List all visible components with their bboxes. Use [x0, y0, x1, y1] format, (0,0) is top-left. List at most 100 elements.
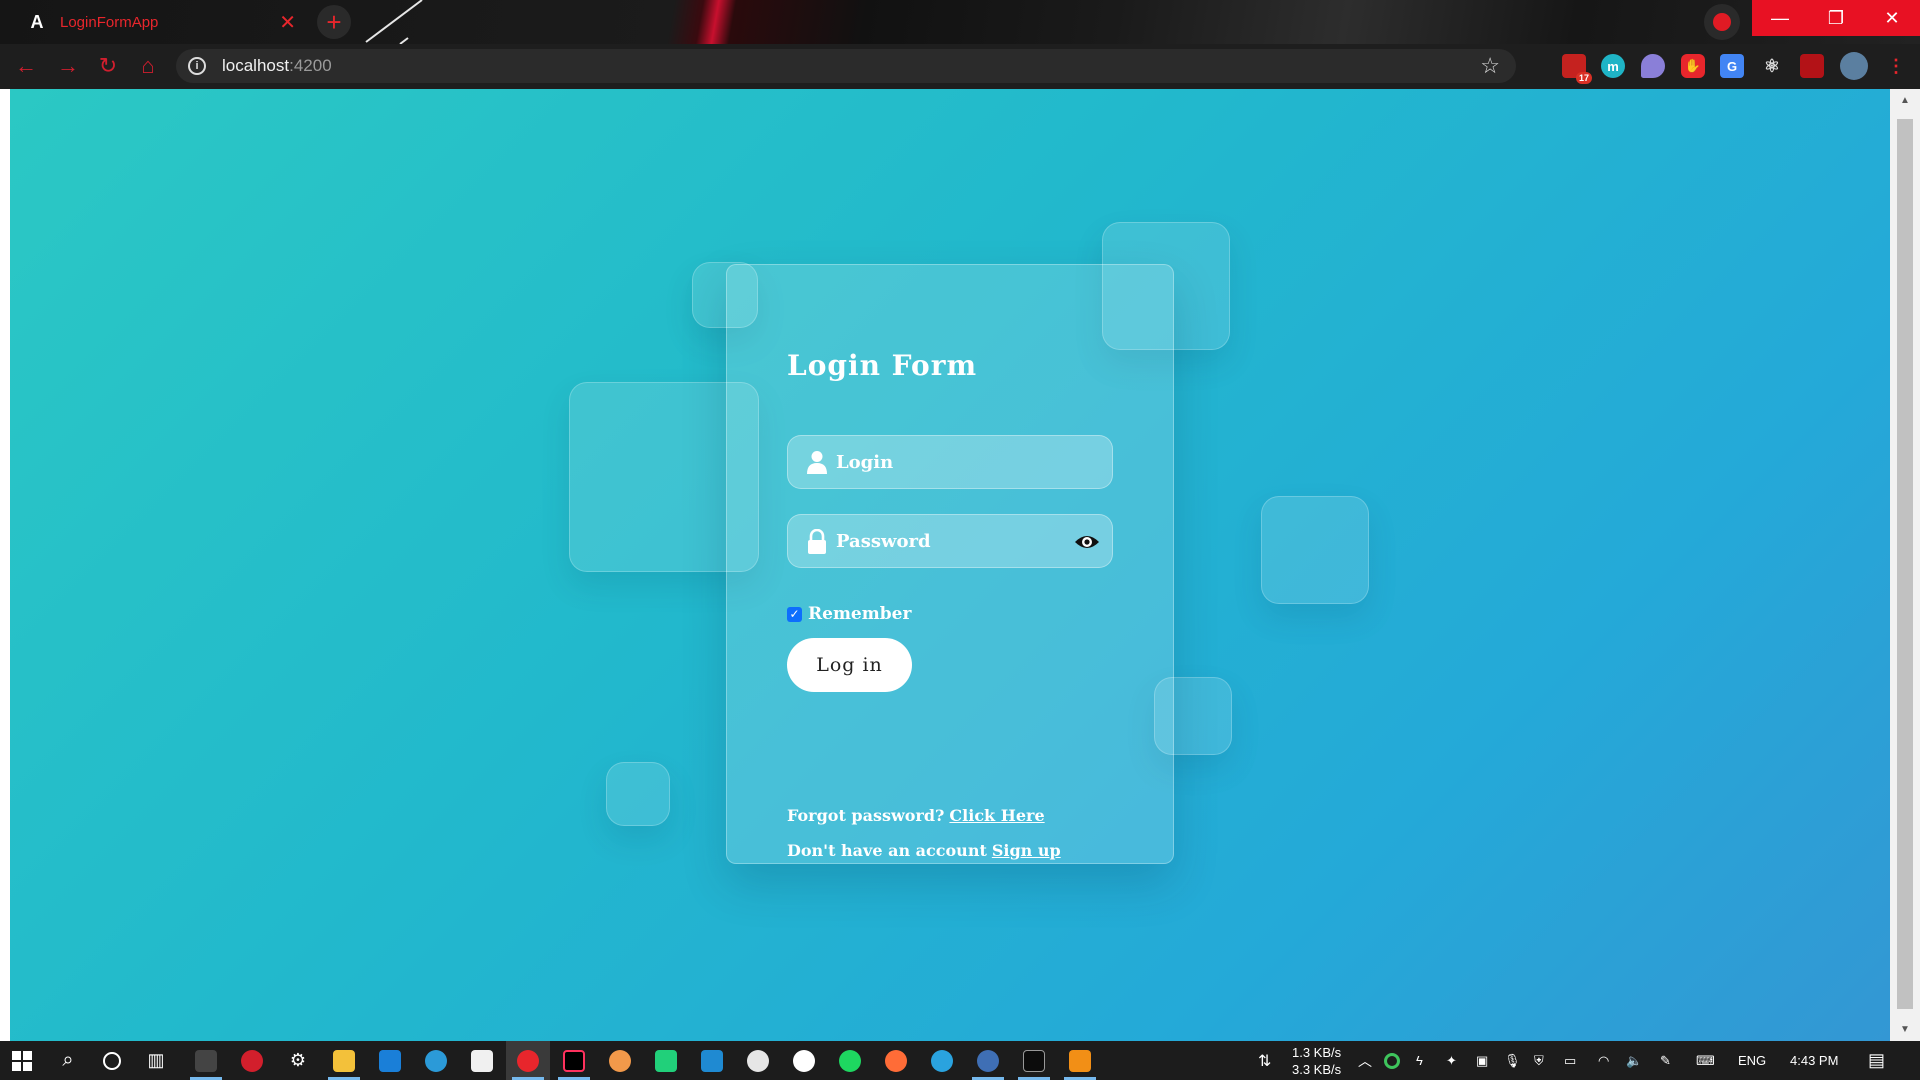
- terminal-icon[interactable]: [1012, 1041, 1056, 1080]
- defender-icon[interactable]: ⛨: [1534, 1041, 1544, 1080]
- taskbar-app-icon[interactable]: [736, 1041, 780, 1080]
- taskbar-app-icon[interactable]: [966, 1041, 1010, 1080]
- tab-title: LoginFormApp: [60, 13, 159, 31]
- home-button[interactable]: ⌂: [132, 50, 164, 82]
- taskbar-app-icon[interactable]: [184, 1041, 228, 1080]
- drop-extension-icon[interactable]: [1641, 54, 1665, 78]
- user-icon: [806, 449, 828, 475]
- login-page: Login Form ✓ Remember Log in Forgot pass…: [10, 89, 1890, 1041]
- login-field[interactable]: [787, 435, 1113, 489]
- mail-icon[interactable]: [368, 1041, 412, 1080]
- media-control-icon[interactable]: [1704, 4, 1740, 40]
- page-title: Login Form: [787, 349, 978, 382]
- net-upload: 3.3 KB/s: [1292, 1061, 1342, 1077]
- decor-square: [1261, 496, 1369, 604]
- postman-icon[interactable]: [874, 1041, 918, 1080]
- windows-taskbar: ⌕ ▥ ⚙ ⇅ 1.3 KB/s 3.3 KB/s ︿ ϟ ✦ ▣ 🎙 ⛨ ▭ …: [0, 1041, 1920, 1080]
- clock[interactable]: 4:43 PM: [1790, 1041, 1838, 1080]
- taskbar-app-icon[interactable]: [598, 1041, 642, 1080]
- browser-menu-icon[interactable]: ⋮: [1884, 54, 1908, 78]
- start-button-icon[interactable]: [0, 1041, 44, 1080]
- forgot-password-text: Forgot password?: [787, 806, 945, 825]
- spotify-icon[interactable]: [828, 1041, 872, 1080]
- url-port: :4200: [289, 56, 332, 75]
- bookmark-star-icon[interactable]: ☆: [1480, 53, 1500, 79]
- window-close-button[interactable]: ✕: [1864, 0, 1920, 36]
- page-edge: [0, 89, 10, 1041]
- login-button[interactable]: Log in: [787, 638, 912, 692]
- new-tab-button[interactable]: +: [317, 5, 351, 39]
- url-text: localhost:4200: [222, 56, 332, 76]
- file-explorer-icon[interactable]: [322, 1041, 366, 1080]
- puzzle-extension-icon[interactable]: [1800, 54, 1824, 78]
- wifi-icon[interactable]: ◠: [1598, 1041, 1609, 1080]
- taskbar-app-icon[interactable]: [230, 1041, 274, 1080]
- network-speed-arrows-icon: ⇅: [1258, 1052, 1272, 1070]
- tray-app-icon[interactable]: ▣: [1476, 1041, 1488, 1080]
- remember-label: Remember: [808, 604, 912, 624]
- password-field[interactable]: [787, 514, 1113, 568]
- signup-text: Don't have an account: [787, 841, 987, 860]
- login-card: Login Form ✓ Remember Log in Forgot pass…: [726, 264, 1174, 864]
- forgot-password-link[interactable]: Click Here: [949, 806, 1044, 825]
- back-button[interactable]: ←: [10, 50, 42, 82]
- notifications-icon[interactable]: ▤: [1868, 1041, 1885, 1080]
- browser-toolbar: ← → ↻ ⌂ i localhost:4200 ☆ 17 m ✋ G ⚛ ⋮: [0, 44, 1920, 89]
- chrome-icon[interactable]: [506, 1041, 550, 1080]
- pen-icon[interactable]: ✎: [1660, 1041, 1671, 1080]
- site-info-icon[interactable]: i: [188, 57, 206, 75]
- tray-app-icon[interactable]: ϟ: [1416, 1041, 1423, 1080]
- browser-tab-strip: A LoginFormApp ✕ + — ❐ ✕: [0, 0, 1920, 44]
- reload-button[interactable]: ↻: [92, 50, 124, 82]
- adblock-hand-icon[interactable]: ✋: [1681, 54, 1705, 78]
- gmail-extension-icon[interactable]: 17: [1562, 54, 1592, 84]
- telegram-icon[interactable]: [920, 1041, 964, 1080]
- angular-favicon-icon: A: [30, 11, 44, 32]
- task-view-icon[interactable]: ▥: [134, 1041, 178, 1080]
- tray-app-icon[interactable]: ✦: [1446, 1041, 1457, 1080]
- vscode-icon[interactable]: [690, 1041, 734, 1080]
- m-extension-icon[interactable]: m: [1601, 54, 1625, 78]
- battery-icon[interactable]: ▭: [1564, 1041, 1576, 1080]
- tray-app-icon[interactable]: [1384, 1041, 1400, 1080]
- scroll-up-icon[interactable]: ▲: [1900, 95, 1910, 106]
- tray-expand-icon[interactable]: ︿: [1358, 1041, 1372, 1080]
- extension-badge: 17: [1575, 72, 1592, 84]
- show-password-eye-icon[interactable]: [1074, 530, 1100, 554]
- signup-row: Don't have an account Sign up: [787, 841, 1061, 860]
- network-speed: 1.3 KB/s 3.3 KB/s: [1292, 1041, 1341, 1080]
- profile-avatar[interactable]: [1840, 52, 1868, 80]
- search-icon[interactable]: ⌕: [46, 1041, 90, 1080]
- settings-gear-icon[interactable]: ⚙: [276, 1041, 320, 1080]
- minimize-button[interactable]: —: [1752, 0, 1808, 36]
- address-bar[interactable]: i localhost:4200 ☆: [176, 49, 1516, 83]
- remember-checkbox[interactable]: ✓: [787, 606, 802, 622]
- cortana-icon[interactable]: [90, 1041, 134, 1080]
- intellij-icon[interactable]: [552, 1041, 596, 1080]
- restore-button[interactable]: ❐: [1808, 0, 1864, 36]
- slack-icon[interactable]: [782, 1041, 826, 1080]
- taskbar-app-icon[interactable]: [644, 1041, 688, 1080]
- scrollbar-thumb[interactable]: [1897, 119, 1913, 1009]
- page-scrollbar[interactable]: ▲ ▼: [1890, 89, 1920, 1041]
- url-host: localhost: [222, 56, 290, 75]
- store-icon[interactable]: [460, 1041, 504, 1080]
- volume-icon[interactable]: 🔈: [1626, 1041, 1642, 1080]
- close-tab-icon[interactable]: ✕: [279, 10, 296, 35]
- password-input[interactable]: [836, 530, 1066, 552]
- decor-square: [606, 762, 670, 826]
- language-indicator[interactable]: ENG: [1738, 1041, 1766, 1080]
- lock-icon: [806, 528, 828, 554]
- theme-decoration: [365, 0, 423, 44]
- forward-button[interactable]: →: [52, 50, 84, 82]
- signup-link[interactable]: Sign up: [992, 841, 1061, 860]
- keyboard-icon[interactable]: ⌨: [1696, 1041, 1715, 1080]
- login-input[interactable]: [836, 451, 1066, 473]
- react-devtools-icon[interactable]: ⚛: [1760, 54, 1784, 78]
- browser-tab[interactable]: A LoginFormApp ✕: [10, 0, 310, 44]
- scroll-down-icon[interactable]: ▼: [1900, 1024, 1910, 1035]
- sublime-text-icon[interactable]: [1058, 1041, 1102, 1080]
- translate-extension-icon[interactable]: G: [1720, 54, 1744, 78]
- edge-icon[interactable]: [414, 1041, 458, 1080]
- microphone-icon[interactable]: 🎙: [1504, 1041, 1521, 1080]
